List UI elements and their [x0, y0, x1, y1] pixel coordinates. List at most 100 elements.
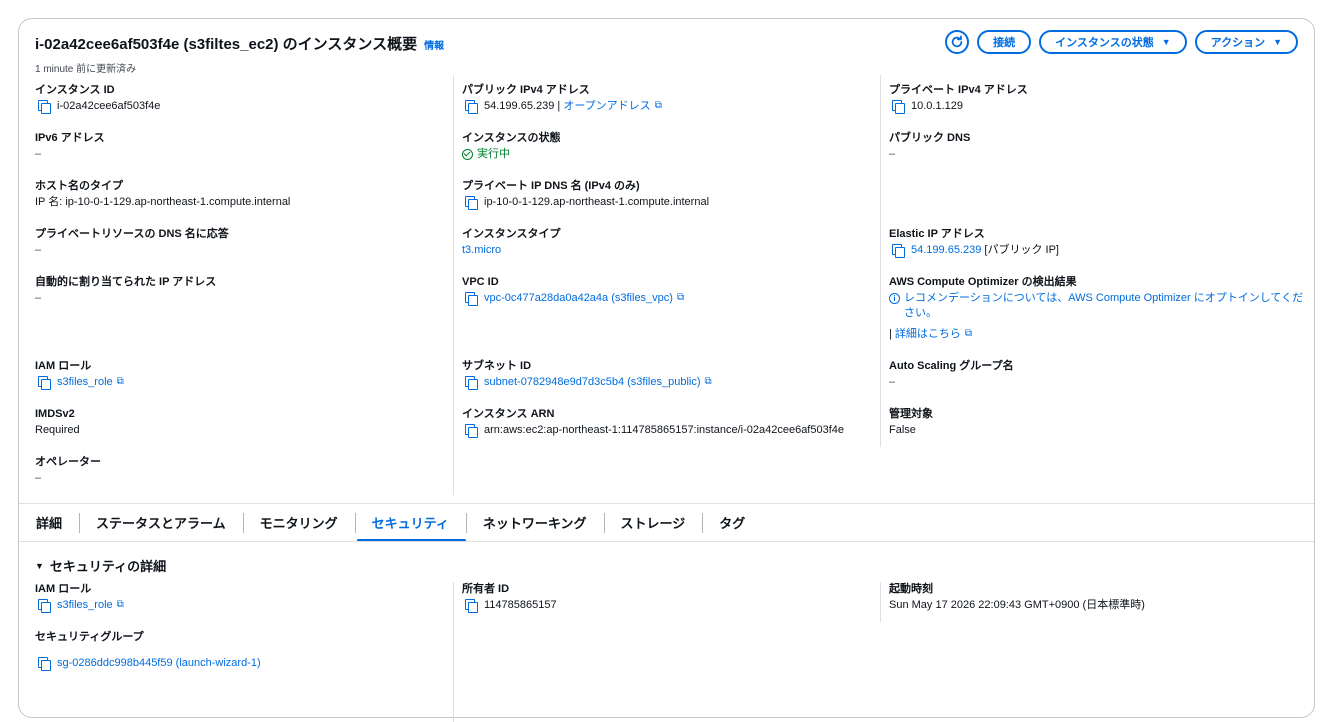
field-label: Elastic IP アドレス	[889, 228, 985, 240]
copy-icon[interactable]	[889, 243, 905, 258]
public-ipv4-value: 54.199.65.239	[484, 100, 555, 112]
launch-time-value: Sun May 17 2026 22:09:43 GMT+0900 (日本標準時…	[889, 599, 1145, 611]
actions-label: アクション	[1210, 37, 1266, 49]
tab-details[interactable]: 詳細	[19, 504, 79, 541]
open-address-link[interactable]: オープンアドレス	[563, 99, 650, 113]
tab-security[interactable]: セキュリティ	[354, 504, 467, 542]
security-column-2: 所有者 ID 114785865157	[453, 582, 873, 722]
external-link-icon: ⧉	[116, 599, 124, 610]
field-label: プライベート IP DNS 名 (IPv4 のみ)	[462, 180, 640, 192]
asg-name-value: –	[889, 376, 896, 388]
copy-icon[interactable]	[462, 598, 478, 613]
caret-down-icon: ▼	[1273, 37, 1282, 47]
operator-value: –	[35, 472, 42, 484]
copy-icon[interactable]	[35, 99, 51, 114]
subnet-id-field: サブネット ID subnet-0782948e9d7d3c5b4 (s3fil…	[462, 359, 715, 390]
private-ip-dns-field: プライベート IP DNS 名 (IPv4 のみ) ip-10-0-1-129.…	[462, 179, 709, 210]
operator-field: オペレーター –	[35, 455, 101, 485]
vpc-id-field: VPC ID vpc-0c477a28da0a42a4a (s3files_vp…	[462, 275, 687, 306]
iam-role-field: IAM ロール s3files_role ⧉	[35, 359, 127, 390]
copy-icon[interactable]	[35, 598, 51, 613]
instance-summary-panel: i-02a42cee6af503f4e (s3filtes_ec2) のインスタ…	[18, 18, 1315, 722]
ipv6-field: IPv6 アドレス –	[35, 131, 105, 161]
refresh-button[interactable]	[945, 30, 970, 54]
separator: |	[557, 100, 561, 112]
launch-time-field: 起動時刻 Sun May 17 2026 22:09:43 GMT+0900 (…	[889, 582, 1145, 612]
field-label: IPv6 アドレス	[35, 132, 105, 144]
field-label: インスタンスタイプ	[462, 228, 561, 240]
field-label: AWS Compute Optimizer の検出結果	[889, 276, 1077, 288]
imdsv2-field: IMDSv2 Required	[35, 407, 80, 437]
instance-arn-value: arn:aws:ec2:ap-northeast-1:114785865157:…	[484, 424, 845, 436]
tab-status-alarms[interactable]: ステータスとアラーム	[79, 504, 243, 541]
field-label: IAM ロール	[35, 360, 92, 372]
instance-state-dropdown[interactable]: インスタンスの状態 ▼	[1039, 30, 1187, 54]
managed-value: False	[889, 424, 916, 436]
copy-icon[interactable]	[35, 656, 51, 671]
instance-type-field: インスタンスタイプ t3.micro	[462, 227, 561, 257]
private-ipv4-value: 10.0.1.129	[911, 100, 963, 112]
field-label: ホスト名のタイプ	[35, 180, 123, 192]
managed-field: 管理対象 False	[889, 407, 933, 437]
instance-state-value: 実行中	[477, 148, 510, 160]
external-link-icon: ⧉	[654, 100, 662, 111]
optimizer-message: レコメンデーションについては、AWS Compute Optimizer にオプ…	[904, 292, 1304, 319]
security-details-heading: セキュリティの詳細	[49, 559, 167, 574]
external-link-icon: ⧉	[116, 376, 124, 387]
field-label: IAM ロール	[35, 583, 92, 595]
subnet-id-link[interactable]: subnet-0782948e9d7d3c5b4 (s3files_public…	[484, 375, 701, 389]
field-label: パブリック DNS	[889, 132, 971, 144]
private-dns-answer-field: プライベートリソースの DNS 名に応答 –	[35, 227, 229, 257]
field-label: インスタンスの状態	[462, 132, 561, 144]
instance-id-value: i-02a42cee6af503f4e	[57, 100, 161, 112]
security-group-link[interactable]: sg-0286ddc998b445f59 (launch-wizard-1)	[57, 656, 261, 670]
copy-icon[interactable]	[462, 423, 478, 438]
tab-storage[interactable]: ストレージ	[603, 504, 703, 541]
elastic-ip-field: Elastic IP アドレス 54.199.65.239 [パブリック IP]	[889, 227, 1059, 258]
field-label: インスタンス ARN	[462, 408, 555, 420]
copy-icon[interactable]	[35, 375, 51, 390]
copy-icon[interactable]	[462, 195, 478, 210]
tab-networking[interactable]: ネットワーキング	[465, 504, 604, 541]
owner-id-value: 114785865157	[484, 599, 557, 611]
instance-arn-field: インスタンス ARN arn:aws:ec2:ap-northeast-1:11…	[462, 407, 845, 438]
instance-type-link[interactable]: t3.micro	[462, 243, 501, 257]
field-label: サブネット ID	[462, 360, 532, 372]
owner-id-field: 所有者 ID 114785865157	[462, 582, 557, 613]
security-details-toggle[interactable]: ▼ セキュリティの詳細	[35, 556, 166, 575]
page-title: i-02a42cee6af503f4e (s3filtes_ec2) のインスタ…	[35, 36, 418, 53]
external-link-icon: ⧉	[704, 376, 712, 387]
elastic-ip-link[interactable]: 54.199.65.239	[911, 243, 981, 257]
optimizer-field: AWS Compute Optimizer の検出結果 i レコメンデーションに…	[889, 275, 1314, 341]
public-dns-value: –	[889, 148, 896, 160]
hostname-type-value: IP 名: ip-10-0-1-129.ap-northeast-1.compu…	[35, 196, 291, 208]
iam-role-link[interactable]: s3files_role	[57, 375, 113, 389]
connect-button-label: 接続	[993, 37, 1016, 49]
separator: |	[889, 328, 892, 340]
auto-ip-value: –	[35, 292, 42, 304]
vpc-id-link[interactable]: vpc-0c477a28da0a42a4a (s3files_vpc)	[484, 291, 673, 305]
copy-icon[interactable]	[462, 291, 478, 306]
copy-icon[interactable]	[462, 375, 478, 390]
external-link-icon: ⧉	[964, 328, 973, 339]
field-label: セキュリティグループ	[35, 631, 144, 643]
tab-monitoring[interactable]: モニタリング	[242, 504, 355, 541]
instance-state-field: インスタンスの状態 実行中	[462, 131, 561, 161]
actions-dropdown[interactable]: アクション ▼	[1194, 30, 1298, 54]
tabs-divider-bottom	[19, 541, 1314, 542]
instance-id-field: インスタンス ID i-02a42cee6af503f4e	[35, 83, 161, 114]
connect-button[interactable]: 接続	[977, 30, 1032, 54]
field-label: 管理対象	[889, 408, 933, 420]
public-dns-field: パブリック DNS –	[889, 131, 970, 161]
instance-state-label: インスタンスの状態	[1055, 37, 1154, 49]
info-link[interactable]: 情報	[424, 37, 444, 52]
asg-name-field: Auto Scaling グループ名 –	[889, 359, 1014, 389]
caret-down-icon: ▼	[1161, 37, 1171, 47]
field-label: パブリック IPv4 アドレス	[462, 84, 590, 96]
copy-icon[interactable]	[462, 99, 478, 114]
learn-more-link[interactable]: 詳細はこちら	[895, 327, 961, 341]
tab-tags[interactable]: タグ	[702, 504, 762, 541]
ipv6-value: –	[35, 148, 42, 160]
copy-icon[interactable]	[889, 99, 905, 114]
security-iam-role-link[interactable]: s3files_role	[57, 598, 113, 612]
